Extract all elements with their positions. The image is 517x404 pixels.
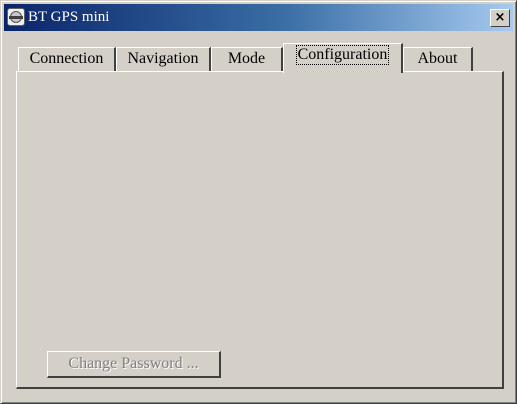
tab-navigation[interactable]: Navigation xyxy=(116,47,211,71)
app-icon-band xyxy=(9,16,23,19)
title-bar[interactable]: BT GPS mini × xyxy=(4,4,513,31)
tab-about[interactable]: About xyxy=(403,47,473,71)
tab-connection-label: Connection xyxy=(29,50,104,67)
tab-connection[interactable]: Connection xyxy=(18,47,116,71)
tab-mode-label: Mode xyxy=(227,50,266,67)
close-icon: × xyxy=(494,10,506,25)
tab-configuration[interactable]: Configuration xyxy=(283,43,403,73)
configuration-panel xyxy=(16,71,504,389)
tab-configuration-label: Configuration xyxy=(295,45,390,65)
tab-navigation-label: Navigation xyxy=(127,50,199,67)
change-password-button[interactable]: Change Password ... xyxy=(47,351,221,378)
app-window: BT GPS mini × Connection Navigation Mode… xyxy=(0,0,517,404)
tab-mode[interactable]: Mode xyxy=(211,47,283,71)
app-icon[interactable] xyxy=(7,8,25,26)
window-title: BT GPS mini xyxy=(28,9,110,25)
tab-about-label: About xyxy=(417,50,458,67)
close-button[interactable]: × xyxy=(490,9,510,27)
